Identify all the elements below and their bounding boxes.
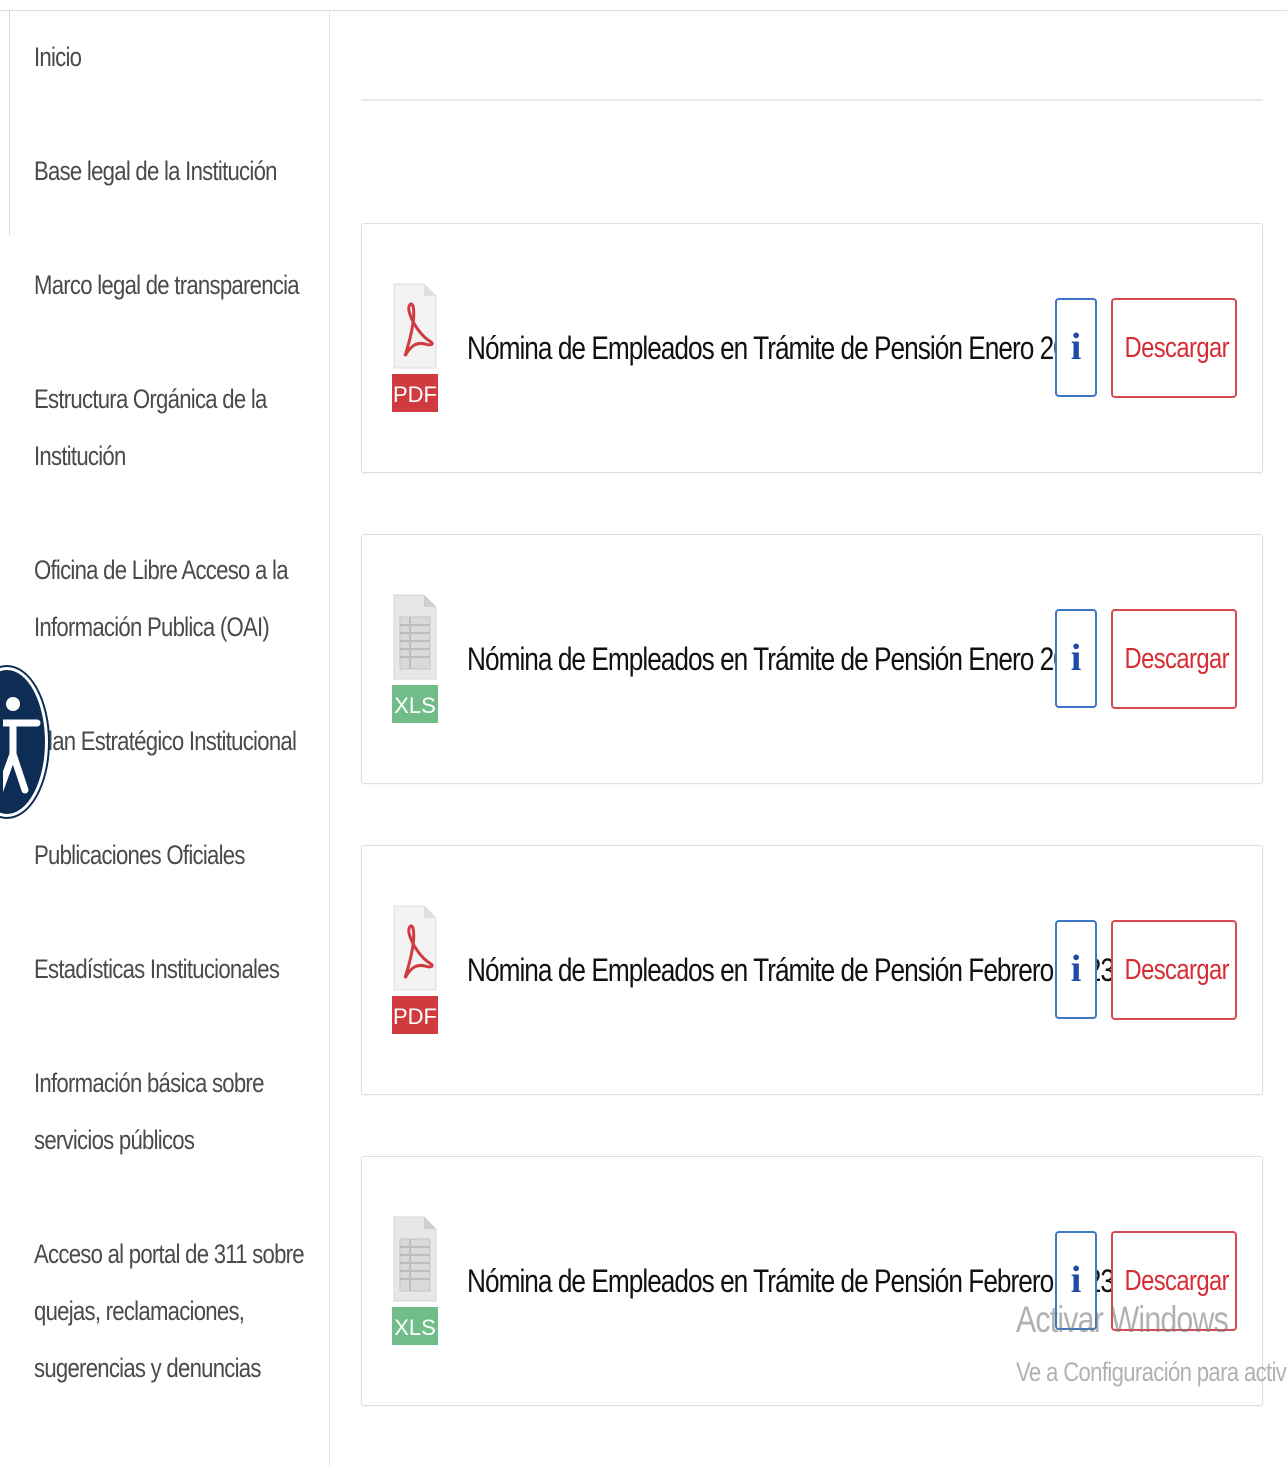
file-type-label: PDF: [393, 1004, 437, 1029]
info-button[interactable]: i: [1055, 920, 1097, 1019]
download-button[interactable]: Descargar: [1111, 1231, 1237, 1331]
file-type-label: PDF: [393, 382, 437, 407]
download-label: Descargar: [1124, 642, 1230, 675]
download-button[interactable]: Descargar: [1111, 609, 1237, 709]
sidebar-item-label: Marco legal de transparencia: [34, 270, 300, 300]
content-divider: [361, 99, 1263, 101]
download-label: Descargar: [1124, 953, 1230, 986]
sidebar-item-label: Estructura Orgánica de la: [34, 384, 267, 414]
pdf-file-icon: PDF: [392, 283, 438, 412]
sidebar-item-label: quejas, reclamaciones,: [34, 1296, 245, 1326]
sidebar-item-label: Publicaciones Oficiales: [34, 840, 245, 870]
info-button[interactable]: i: [1055, 609, 1097, 708]
sidebar-item-label: Acceso al portal de 311 sobre: [34, 1239, 305, 1269]
sidebar-item-label: servicios públicos: [34, 1125, 195, 1155]
sidebar-item-marco-legal[interactable]: Marco legal de transparencia: [34, 257, 300, 314]
document-card: XLS Nómina de Empleados en Trámite de Pe…: [361, 1156, 1263, 1406]
sidebar-item-label: Plan Estratégico Institucional: [34, 726, 297, 756]
document-title: Nómina de Empleados en Trámite de Pensió…: [467, 330, 1095, 366]
sidebar-item-label: sugerencias y denuncias: [34, 1353, 261, 1383]
document-card: PDF Nómina de Empleados en Trámite de Pe…: [361, 223, 1263, 473]
sidebar-item-label: Información básica sobre: [34, 1068, 264, 1098]
file-type-label: XLS: [394, 1315, 436, 1340]
accessibility-icon: [3, 697, 41, 794]
download-button[interactable]: Descargar: [1111, 298, 1237, 398]
left-edge-line: [9, 10, 10, 235]
info-button[interactable]: i: [1055, 298, 1097, 397]
sidebar-item-base-legal[interactable]: Base legal de la Institución: [34, 143, 277, 200]
document-title: Nómina de Empleados en Trámite de Pensió…: [467, 1263, 1115, 1299]
pdf-file-icon: PDF: [392, 905, 438, 1034]
sidebar-item-label: Oficina de Libre Acceso a la: [34, 555, 289, 585]
document-card: XLS Nómina de Empleados en Trámite de Pe…: [361, 534, 1263, 784]
download-label: Descargar: [1124, 1264, 1230, 1297]
sidebar-item-label: Inicio: [34, 42, 82, 72]
document-card: PDF Nómina de Empleados en Trámite de Pe…: [361, 845, 1263, 1095]
xls-file-icon: XLS: [392, 594, 438, 723]
sidebar-item-portal-311[interactable]: Acceso al portal de 311 sobre quejas, re…: [34, 1226, 305, 1397]
sidebar-item-inicio[interactable]: Inicio: [34, 29, 268, 86]
download-label: Descargar: [1124, 331, 1230, 364]
document-title: Nómina de Empleados en Trámite de Pensió…: [467, 641, 1095, 677]
document-title: Nómina de Empleados en Trámite de Pensió…: [467, 952, 1115, 988]
sidebar-item-plan-estrategico[interactable]: Plan Estratégico Institucional: [34, 713, 297, 770]
sidebar-item-label: Información Publica (OAI): [34, 612, 270, 642]
sidebar-item-estadisticas[interactable]: Estadísticas Institucionales: [34, 941, 280, 998]
accessibility-button[interactable]: [0, 667, 48, 817]
file-type-label: XLS: [394, 693, 436, 718]
sidebar-item-publicaciones[interactable]: Publicaciones Oficiales: [34, 827, 268, 884]
download-button[interactable]: Descargar: [1111, 920, 1237, 1020]
sidebar-item-label: Estadísticas Institucionales: [34, 954, 280, 984]
info-button[interactable]: i: [1055, 1231, 1097, 1330]
sidebar-item-label: Institución: [34, 441, 126, 471]
page: Inicio Base legal de la Institución Marc…: [0, 0, 1287, 1466]
sidebar-item-label: Base legal de la Institución: [34, 156, 277, 186]
xls-file-icon: XLS: [392, 1216, 438, 1345]
sidebar-item-servicios-publicos[interactable]: Información básica sobre servicios públi…: [34, 1055, 268, 1169]
sidebar-nav: Inicio Base legal de la Institución Marc…: [0, 11, 330, 1466]
sidebar-item-oai[interactable]: Oficina de Libre Acceso a la Información…: [34, 542, 289, 656]
sidebar-item-estructura-organica[interactable]: Estructura Orgánica de la Institución: [34, 371, 268, 485]
